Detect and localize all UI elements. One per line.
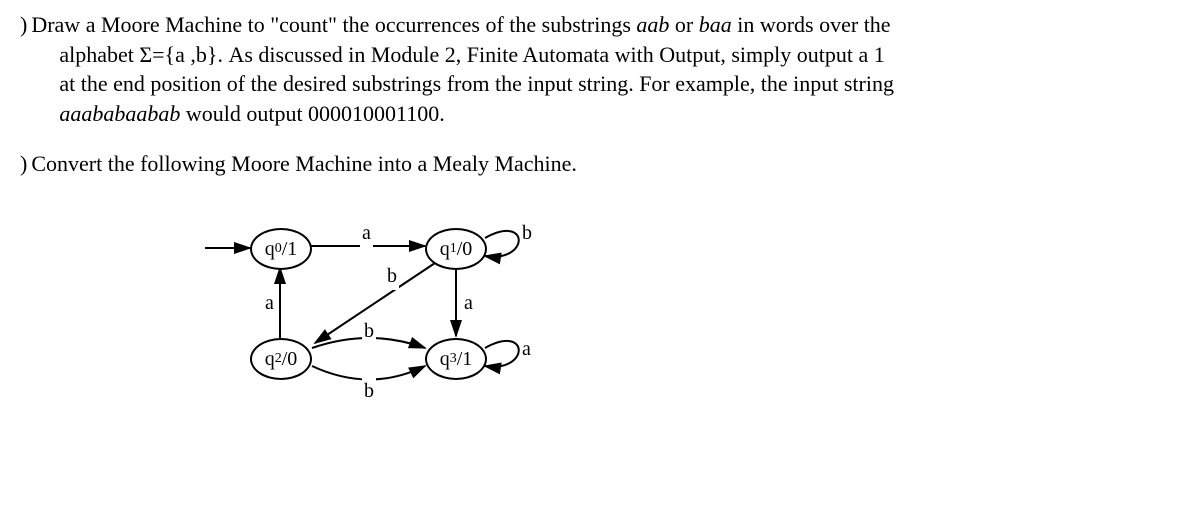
edge-q3-self-label: a: [520, 336, 533, 363]
problem-2-marker: ): [20, 149, 27, 179]
p1-line3: at the end position of the desired subst…: [59, 71, 894, 96]
state-q3-sub: 3: [450, 350, 457, 369]
state-q0-sub: 0: [275, 240, 282, 259]
problem-1-body: Draw a Moore Machine to "count" the occu…: [31, 10, 1180, 129]
state-q2-out: /0: [282, 346, 298, 373]
state-q1-sub: 1: [450, 240, 457, 259]
state-q2-q: q: [265, 346, 275, 373]
p1-substring-baa: baa: [699, 12, 732, 37]
p1-example-input: aaababaabab: [59, 101, 180, 126]
problem-2: ) Convert the following Moore Machine in…: [20, 149, 1180, 409]
state-q1-q: q: [440, 236, 450, 263]
p2-text: Convert the following Moore Machine into…: [31, 149, 577, 179]
edge-q2-q3-top-label: b: [362, 318, 376, 345]
problem-1-marker: ): [20, 10, 27, 129]
state-q3-out: /1: [457, 346, 473, 373]
state-q0-q: q: [265, 236, 275, 263]
edge-q2-q3-bot-label: b: [362, 378, 376, 405]
p1-line1-c: or: [669, 12, 698, 37]
state-q3-q: q: [440, 346, 450, 373]
state-q2-sub: 2: [275, 350, 282, 369]
edge-q1-self-label: b: [520, 220, 534, 247]
p1-line1-e: in words over the: [732, 12, 891, 37]
problem-1-text: ) Draw a Moore Machine to "count" the oc…: [20, 10, 1180, 129]
state-q0-out: /1: [282, 236, 298, 263]
p1-line1-a: Draw a Moore Machine to "count" the occu…: [31, 12, 636, 37]
p1-substring-aab: aab: [636, 12, 669, 37]
problem-2-text: ) Convert the following Moore Machine in…: [20, 149, 1180, 179]
p1-indent: alphabet Σ={a ,b}. As discussed in Modul…: [31, 40, 1180, 129]
edge-q1-q2-label: b: [385, 263, 399, 290]
problem-1: ) Draw a Moore Machine to "count" the oc…: [20, 10, 1180, 129]
p1-line2: alphabet Σ={a ,b}. As discussed in Modul…: [59, 42, 884, 67]
edge-q2-q0-label: a: [263, 290, 276, 317]
edge-q1-q3-label: a: [462, 290, 475, 317]
edge-q0-q1-label: a: [360, 220, 373, 247]
p1-line4-b: would output 000010001100.: [180, 101, 444, 126]
state-q1-out: /0: [457, 236, 473, 263]
moore-machine-diagram: q0/1 q1/0 q2/0 q3/1 a b b a a b b a: [200, 208, 660, 408]
